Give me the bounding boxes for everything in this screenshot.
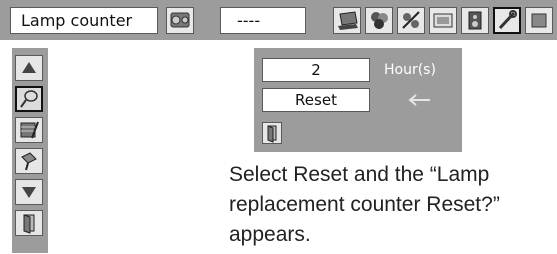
top-menu-bar: Lamp counter ----	[0, 0, 557, 40]
description-text: Select Reset and the “Lamp replacement c…	[229, 160, 557, 250]
menu-title: Lamp counter	[10, 7, 158, 34]
screen-icon[interactable]	[429, 7, 457, 34]
lamp-status-value: ----	[220, 7, 306, 34]
up-arrow-icon[interactable]	[15, 55, 43, 81]
sound-icon[interactable]	[461, 7, 489, 34]
panel-exit-icon[interactable]	[262, 122, 282, 144]
description-line-1: Select Reset and the “Lamp	[229, 163, 490, 186]
tools-icon[interactable]	[493, 7, 521, 34]
laptop-icon[interactable]	[333, 7, 361, 34]
tools-icon[interactable]	[15, 148, 43, 174]
color-palette-icon[interactable]	[365, 7, 393, 34]
image-adjust-icon[interactable]	[397, 7, 425, 34]
down-arrow-icon[interactable]	[15, 179, 43, 205]
left-arrow-icon	[402, 88, 434, 112]
reset-button[interactable]: Reset	[262, 88, 370, 112]
description-line-2: replacement counter Reset?”	[229, 193, 500, 216]
hours-label: Hour(s)	[384, 62, 436, 78]
lamp-counter-panel: 2 Hour(s) Reset	[254, 48, 462, 152]
description-line-3: appears.	[229, 223, 311, 246]
extra-icon[interactable]	[525, 7, 553, 34]
hours-value: 2	[262, 58, 370, 82]
projector-settings-icon[interactable]	[166, 7, 194, 34]
filter-icon[interactable]	[15, 117, 43, 143]
lamp-icon[interactable]	[15, 86, 43, 112]
sidebar-menu	[12, 48, 48, 253]
exit-icon[interactable]	[15, 210, 43, 236]
